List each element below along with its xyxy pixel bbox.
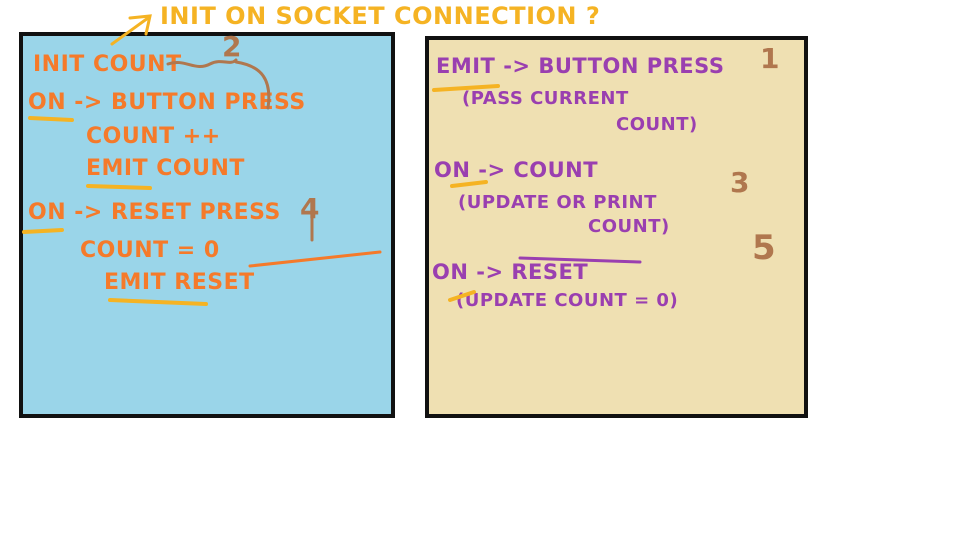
server-line-on-reset-press: ON -> RESET PRESS	[28, 200, 281, 225]
client-line-on-reset: ON -> RESET	[432, 260, 589, 284]
client-line-update-or-print: (UPDATE OR PRINT	[458, 192, 657, 213]
server-line-count-increment: COUNT ++	[86, 124, 221, 149]
step-number-2: 2	[222, 30, 242, 63]
diagram-title: INIT ON SOCKET CONNECTION ?	[160, 2, 601, 30]
server-line-emit-reset: EMIT RESET	[104, 270, 255, 295]
client-line-on-count: ON -> COUNT	[434, 158, 599, 182]
server-line-count-zero: COUNT = 0	[80, 238, 220, 263]
server-line-init-count: INIT COUNT	[33, 52, 182, 77]
client-line-update-count-zero: (UPDATE COUNT = 0)	[456, 290, 679, 311]
step-number-3: 3	[730, 166, 750, 199]
client-line-count-close-2: COUNT)	[588, 216, 670, 237]
step-number-4: 4	[300, 192, 320, 225]
server-line-on-button-press: ON -> BUTTON PRESS	[28, 90, 306, 115]
step-number-5: 5	[752, 228, 777, 268]
step-number-1: 1	[760, 42, 780, 75]
client-line-pass-current: (PASS CURRENT	[462, 88, 629, 109]
client-line-emit-button-press: EMIT -> BUTTON PRESS	[436, 54, 725, 78]
server-line-emit-count: EMIT COUNT	[86, 156, 245, 181]
client-line-count-close: COUNT)	[616, 114, 698, 135]
